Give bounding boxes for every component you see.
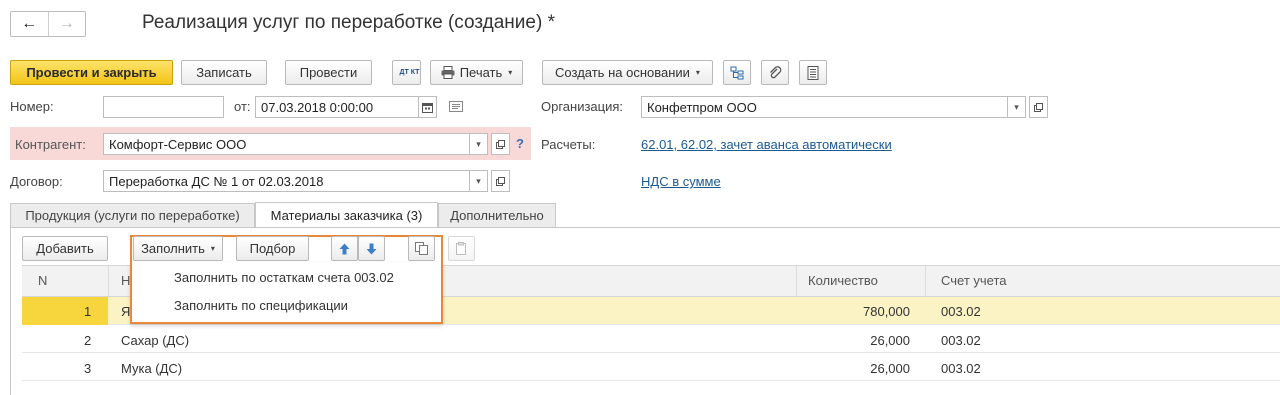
comment-icon[interactable] [449,101,463,112]
row-name: Мука (ДС) [121,361,183,376]
table-row[interactable] [22,325,1280,353]
calculator-icon [807,65,819,80]
chevron-down-icon: ▾ [695,68,700,77]
row-number: 1 [84,304,92,319]
arrow-down-icon [366,243,377,254]
paste-rows-button[interactable] [448,236,475,261]
organization-open-button[interactable] [1029,96,1048,118]
row-quantity: 26,000 [870,361,910,376]
chevron-down-icon: ▾ [210,244,215,253]
organization-label: Организация: [541,99,624,114]
tab-customer-materials[interactable]: Материалы заказчика (3) [255,202,438,227]
panel-border [10,227,11,395]
row-name: Сахар (ДС) [121,333,190,348]
organization-field[interactable]: Конфетпром ООО [641,96,1008,118]
column-header-quantity[interactable]: Количество [808,273,878,288]
contragent-field[interactable]: Комфорт-Сервис ООО [103,133,470,155]
column-separator [108,266,109,296]
dt-kt-report-button[interactable]: ДТ КТ [392,60,421,85]
fill-label: Заполнить [141,241,205,256]
paperclip-icon [770,65,782,78]
row-quantity: 780,000 [863,304,910,319]
attach-files-button[interactable] [761,60,789,85]
fill-dropdown-menu: Заполнить по остаткам счета 003.02 Запол… [130,262,443,324]
column-header-n[interactable]: N [38,273,47,288]
contract-field[interactable]: Переработка ДС № 1 от 02.03.2018 [103,170,470,192]
move-up-button[interactable] [331,236,358,261]
save-button[interactable]: Записать [181,60,267,85]
print-label: Печать [459,65,503,80]
chevron-down-icon: ▾ [1014,101,1019,112]
fill-button[interactable]: Заполнить ▾ [133,236,223,261]
column-separator [796,266,797,296]
printer-icon [441,66,455,79]
document-structure-icon [730,66,744,79]
copy-icon [415,242,428,255]
post-button[interactable]: Провести [285,60,372,85]
column-header-name[interactable]: Н [121,273,130,288]
contragent-label: Контрагент: [15,137,86,152]
chevron-down-icon: ▾ [476,138,481,149]
chevron-down-icon: ▾ [508,68,513,77]
row-name: Я [121,304,131,319]
back-arrow-icon[interactable]: ← [11,12,49,36]
column-separator [925,266,926,296]
chevron-down-icon: ▾ [476,175,481,186]
calendar-button[interactable] [418,96,437,118]
settlements-label: Расчеты: [541,137,596,152]
organization-dropdown-button[interactable]: ▾ [1007,96,1026,118]
vat-link[interactable]: НДС в сумме [641,174,721,189]
dt-kt-icon: ДТ КТ [399,68,420,76]
post-and-close-button[interactable]: Провести и закрыть [10,60,173,85]
contract-open-button[interactable] [491,170,510,192]
selection-button[interactable]: Подбор [236,236,309,261]
page-title: Реализация услуг по переработке (создани… [142,12,555,33]
arrow-up-icon [339,243,350,254]
contragent-open-button[interactable] [491,133,510,155]
contract-label: Договор: [10,174,63,189]
paste-icon [456,242,466,255]
print-button[interactable]: Печать ▾ [430,60,523,85]
number-field[interactable] [103,96,224,118]
column-header-account[interactable]: Счет учета [941,273,1007,288]
move-down-button[interactable] [358,236,385,261]
row-account: 003.02 [941,304,981,319]
settlements-link[interactable]: 62.01, 62.02, зачет аванса автоматически [641,137,892,152]
nav-buttons: ← → [10,11,86,37]
tab-products[interactable]: Продукция (услуги по переработке) [10,203,255,227]
menu-item-fill-by-balance[interactable]: Заполнить по остаткам счета 003.02 [174,270,394,285]
add-button[interactable]: Добавить [22,236,108,261]
structure-button[interactable] [723,60,751,85]
open-window-icon [496,139,505,149]
contragent-dropdown-button[interactable]: ▾ [469,133,488,155]
open-window-icon [1034,102,1043,112]
date-field[interactable]: 07.03.2018 0:00:00 [255,96,419,118]
row-account: 003.02 [941,361,981,376]
contract-dropdown-button[interactable]: ▾ [469,170,488,192]
menu-item-fill-by-specification[interactable]: Заполнить по спецификации [174,298,348,313]
create-based-on-button[interactable]: Создать на основании ▾ [542,60,713,85]
number-label: Номер: [10,99,54,114]
tab-additional[interactable]: Дополнительно [438,203,556,227]
date-from-label: от: [234,99,251,114]
help-question-icon[interactable]: ? [516,136,524,151]
table-row[interactable] [22,353,1280,381]
calendar-icon [422,102,433,113]
row-quantity: 26,000 [870,333,910,348]
copy-rows-button[interactable] [408,236,435,261]
open-window-icon [496,176,505,186]
selected-cell [22,297,108,325]
create-based-label: Создать на основании [555,65,690,80]
row-account: 003.02 [941,333,981,348]
more-actions-button[interactable] [799,60,827,85]
tab-divider [10,227,1280,228]
row-number: 2 [84,333,92,348]
forward-arrow-icon[interactable]: → [49,12,86,36]
row-number: 3 [84,361,92,376]
